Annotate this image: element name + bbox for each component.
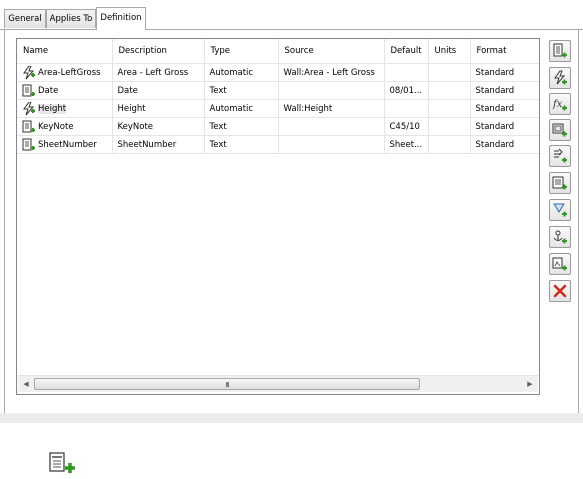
property-format: Standard xyxy=(470,135,539,154)
scrollbar-thumb[interactable]: III xyxy=(34,378,420,390)
tab-applies-to[interactable]: Applies To xyxy=(46,9,96,28)
property-format: Standard xyxy=(470,63,539,82)
property-description: KeyNote xyxy=(112,117,205,136)
add-automatic-property-icon xyxy=(554,70,567,85)
table-row[interactable]: SheetNumber SheetNumber Text Sheet... St… xyxy=(17,135,539,154)
table-row[interactable]: KeyNote KeyNote Text C45/10 Standard xyxy=(17,117,539,136)
property-units xyxy=(428,135,471,154)
manual-property-icon xyxy=(22,138,36,152)
add-location-property-icon xyxy=(554,148,567,163)
add-automatic-property-button[interactable] xyxy=(549,67,571,89)
property-units xyxy=(428,99,471,118)
add-graphic-property-icon xyxy=(552,257,567,271)
property-format: Standard xyxy=(470,117,539,136)
add-classification-property-icon xyxy=(552,176,567,190)
automatic-property-icon xyxy=(22,65,36,80)
svg-text:fx: fx xyxy=(552,99,563,110)
property-name: Date xyxy=(38,85,59,96)
property-format: Standard xyxy=(470,81,539,100)
column-header-type[interactable]: Type xyxy=(204,39,279,64)
column-header-units[interactable]: Units xyxy=(428,39,471,64)
add-project-property-icon xyxy=(553,230,567,244)
property-default: Sheet... xyxy=(384,135,429,154)
property-name: Height xyxy=(38,103,67,114)
property-type: Text xyxy=(204,117,279,136)
property-units xyxy=(428,63,471,82)
add-manual-property-button[interactable] xyxy=(549,40,571,62)
property-name: Area-LeftGross xyxy=(38,67,101,78)
property-table: Name Description Type Source Default Uni… xyxy=(17,39,539,154)
property-description: SheetNumber xyxy=(112,135,205,154)
property-source xyxy=(278,117,385,136)
property-source: Wall:Area - Left Gross xyxy=(278,63,385,82)
scrollbar-grip: III xyxy=(225,381,229,389)
column-header-description[interactable]: Description xyxy=(112,39,205,64)
manual-property-icon xyxy=(22,120,36,134)
add-formula-property-icon: fx xyxy=(552,99,567,111)
column-header-row: Name Description Type Source Default Uni… xyxy=(17,39,539,64)
tab-definition[interactable]: Definition xyxy=(96,7,146,30)
property-source xyxy=(278,81,385,100)
property-default xyxy=(384,99,429,118)
add-classification-property-button[interactable] xyxy=(549,172,571,194)
scroll-right-arrow-icon[interactable]: ▶ xyxy=(522,376,538,392)
property-description: Area - Left Gross xyxy=(112,63,205,82)
property-type: Automatic xyxy=(204,99,279,118)
remove-property-button[interactable] xyxy=(549,280,571,302)
property-type: Text xyxy=(204,135,279,154)
property-description: Date xyxy=(112,81,205,100)
add-manual-property-icon xyxy=(553,43,567,58)
add-graphic-property-button[interactable] xyxy=(549,253,571,275)
add-material-property-icon xyxy=(553,203,567,217)
scroll-left-arrow-icon[interactable]: ◀ xyxy=(18,376,34,392)
column-header-format[interactable]: Format xyxy=(470,39,539,64)
table-row[interactable]: Area-LeftGross Area - Left Gross Automat… xyxy=(17,63,539,82)
add-project-property-button[interactable] xyxy=(549,226,571,248)
property-name: KeyNote xyxy=(38,121,74,132)
remove-property-icon xyxy=(553,284,567,298)
property-source: Wall:Height xyxy=(278,99,385,118)
property-default xyxy=(384,63,429,82)
tab-general[interactable]: General xyxy=(4,9,46,28)
manual-property-icon xyxy=(22,84,36,98)
table-row[interactable]: Date Date Text 08/01... Standard xyxy=(17,81,539,100)
add-anchor-property-icon xyxy=(552,123,567,137)
property-type: Automatic xyxy=(204,63,279,82)
table-row[interactable]: Height Height Automatic Wall:Height Stan… xyxy=(17,99,539,118)
tab-strip: General Applies To Definition xyxy=(0,0,583,30)
property-set-dialog: { "tabs": [ {"label": "General"}, {"labe… xyxy=(0,0,583,479)
column-header-name[interactable]: Name xyxy=(17,39,113,64)
column-header-default[interactable]: Default xyxy=(384,39,429,64)
property-format: Standard xyxy=(470,99,539,118)
add-material-property-button[interactable] xyxy=(549,199,571,221)
add-location-property-button[interactable] xyxy=(549,145,571,167)
column-header-source[interactable]: Source xyxy=(278,39,385,64)
property-units xyxy=(428,117,471,136)
property-type: Text xyxy=(204,81,279,100)
property-default: 08/01... xyxy=(384,81,429,100)
add-manual-property-large-icon xyxy=(47,451,79,475)
property-name: SheetNumber xyxy=(38,139,97,150)
property-units xyxy=(428,81,471,100)
automatic-property-icon xyxy=(22,101,36,116)
horizontal-scrollbar[interactable]: ◀ III ▶ xyxy=(18,375,538,392)
property-description: Height xyxy=(112,99,205,118)
property-default: C45/10 xyxy=(384,117,429,136)
add-formula-property-button[interactable]: fx xyxy=(549,93,571,115)
add-anchor-property-button[interactable] xyxy=(549,119,571,141)
property-source xyxy=(278,135,385,154)
dialog-footer-band xyxy=(0,413,583,423)
property-definitions-list[interactable]: Name Description Type Source Default Uni… xyxy=(16,38,540,395)
